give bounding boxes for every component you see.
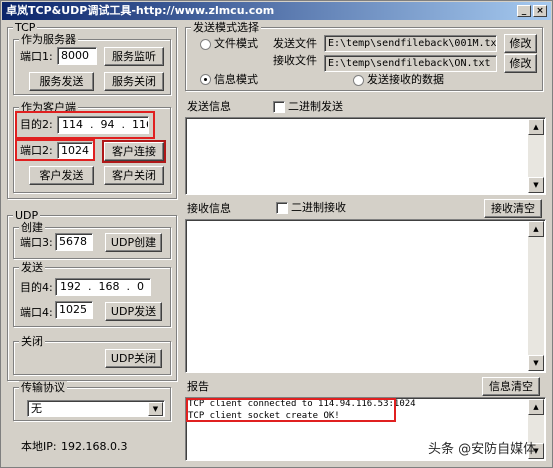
server-listen-button[interactable]: 服务监听 — [104, 47, 164, 66]
port3-label: 端口3: — [20, 236, 53, 249]
ip-dot: . — [148, 280, 151, 293]
server-send-button[interactable]: 服务发送 — [29, 72, 94, 91]
server-group-label: 作为服务器 — [19, 33, 78, 46]
port1-label: 端口1: — [20, 50, 53, 63]
udp-close-button[interactable]: UDP关闭 — [105, 349, 162, 368]
dest4-ip-octet-3: 0 — [137, 280, 144, 293]
ip-dot: . — [84, 280, 95, 293]
send-info-label: 发送信息 — [187, 100, 231, 113]
binary-recv-label: 二进制接收 — [291, 201, 346, 214]
dest4-label: 目的4: — [20, 281, 53, 294]
server-close-button[interactable]: 服务关闭 — [104, 72, 164, 91]
port1-input[interactable]: 8000 — [57, 47, 97, 65]
local-ip-label: 本地IP: — [21, 440, 57, 453]
send-textarea[interactable]: ▲ ▼ — [185, 117, 546, 195]
udp-create-button[interactable]: UDP创建 — [105, 233, 162, 252]
recv-scrollbar[interactable]: ▲ ▼ — [528, 221, 544, 371]
watermark: 头条 @安防自媒体 — [428, 442, 537, 457]
chevron-down-icon[interactable]: ▼ — [148, 402, 163, 416]
modify-recv-file-button[interactable]: 修改 — [504, 54, 537, 73]
protocol-selected-value: 无 — [31, 402, 42, 415]
recv-textarea[interactable]: ▲ ▼ — [185, 219, 546, 373]
port4-input[interactable]: 1025 — [55, 301, 93, 319]
local-ip-value: 192.168.0.3 — [61, 440, 128, 453]
recv-file-label: 接收文件 — [273, 54, 317, 67]
send-received-radio[interactable] — [353, 75, 364, 86]
info-clear-button[interactable]: 信息清空 — [482, 377, 540, 396]
app-window: 卓岚TCP&UDP调试工具-http://www.zlmcu.com _ × T… — [0, 0, 553, 468]
udp-send-label: 发送 — [19, 261, 45, 274]
scroll-up-icon[interactable]: ▲ — [528, 399, 544, 415]
dest4-ip-input[interactable]: 192 . 168 . 0 . 200 — [55, 278, 151, 296]
file-mode-label: 文件模式 — [214, 37, 258, 50]
report-label: 报告 — [187, 380, 209, 393]
file-mode-radio[interactable] — [200, 39, 211, 50]
title-bar[interactable]: 卓岚TCP&UDP调试工具-http://www.zlmcu.com _ × — [2, 2, 551, 20]
recv-file-path[interactable]: E:\temp\sendfileback\ON.txt — [324, 55, 497, 72]
ip-dot: . — [123, 280, 134, 293]
udp-send-button[interactable]: UDP发送 — [105, 302, 162, 321]
info-mode-label: 信息模式 — [214, 73, 258, 86]
client-connect-highlight — [102, 140, 166, 163]
recv-info-label: 接收信息 — [187, 202, 231, 215]
udp-close-label: 关闭 — [19, 335, 45, 348]
udp-create-label: 创建 — [19, 221, 45, 234]
binary-send-label: 二进制发送 — [288, 100, 343, 113]
scroll-up-icon[interactable]: ▲ — [528, 221, 544, 237]
send-file-path[interactable]: E:\temp\sendfileback\001M.txt — [324, 35, 497, 52]
send-scrollbar[interactable]: ▲ ▼ — [528, 119, 544, 193]
port3-input[interactable]: 5678 — [55, 233, 93, 251]
recv-clear-button[interactable]: 接收清空 — [484, 199, 542, 218]
binary-send-checkbox[interactable] — [273, 101, 285, 113]
protocol-select[interactable]: 无 ▼ — [27, 400, 165, 417]
info-mode-radio[interactable] — [200, 74, 211, 85]
binary-recv-checkbox[interactable] — [276, 202, 288, 214]
dest2-highlight — [15, 111, 155, 139]
client-send-button[interactable]: 客户发送 — [29, 166, 94, 185]
dest4-ip-octet-2: 168 — [98, 280, 120, 293]
port2-highlight — [15, 139, 95, 161]
modify-send-file-button[interactable]: 修改 — [504, 34, 537, 53]
port4-label: 端口4: — [20, 306, 53, 319]
close-window-button[interactable]: × — [533, 5, 547, 17]
window-title: 卓岚TCP&UDP调试工具-http://www.zlmcu.com — [6, 4, 275, 17]
protocol-group-label: 传输协议 — [19, 381, 67, 394]
send-file-label: 发送文件 — [273, 37, 317, 50]
scroll-down-icon[interactable]: ▼ — [528, 177, 544, 193]
send-received-label: 发送接收的数据 — [367, 73, 444, 86]
send-mode-label: 发送模式选择 — [191, 21, 261, 34]
dest4-ip-octet-1: 192 — [60, 280, 81, 293]
scroll-down-icon[interactable]: ▼ — [528, 355, 544, 371]
report-highlight — [186, 398, 396, 422]
scroll-up-icon[interactable]: ▲ — [528, 119, 544, 135]
minimize-button[interactable]: _ — [517, 5, 531, 17]
client-close-button[interactable]: 客户关闭 — [104, 166, 164, 185]
